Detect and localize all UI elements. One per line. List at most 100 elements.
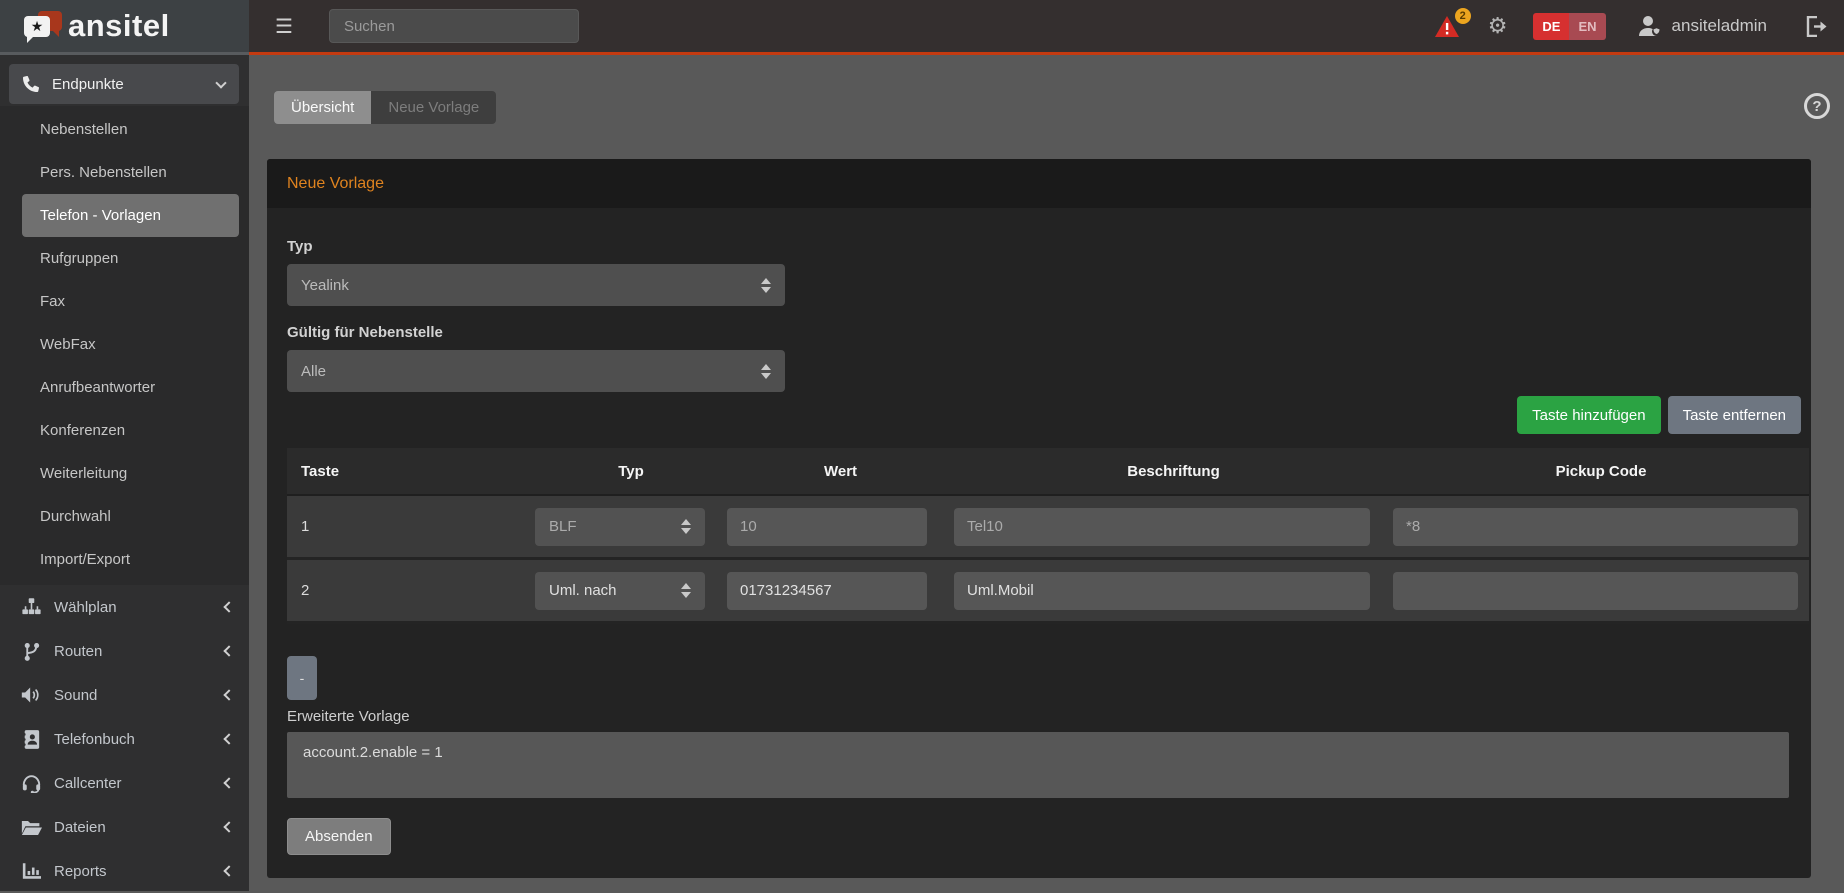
sidebar-item-callcenter[interactable]: Callcenter	[0, 761, 249, 805]
tab-neue-vorlage[interactable]: Neue Vorlage	[371, 91, 496, 124]
sidebar-item-routen[interactable]: Routen	[0, 629, 249, 673]
logout-icon	[1805, 16, 1828, 37]
col-header-pickup: Pickup Code	[1393, 463, 1809, 480]
address-book-icon	[20, 730, 42, 749]
search-input[interactable]	[329, 9, 579, 43]
gueltig-select[interactable]: Alle	[287, 350, 785, 392]
key2-wert-input[interactable]	[727, 572, 927, 610]
sidebar-item-durchwahl[interactable]: Durchwahl	[0, 495, 249, 538]
sidebar-item-telefonbuch[interactable]: Telefonbuch	[0, 717, 249, 761]
help-icon[interactable]: ?	[1804, 93, 1830, 119]
gueltig-label: Gültig für Nebenstelle	[287, 324, 443, 341]
advanced-template-textarea[interactable]: account.2.enable = 1	[287, 732, 1789, 798]
sidebar-item-waehlplan[interactable]: Wählplan	[0, 585, 249, 629]
alerts-button[interactable]: 2	[1434, 15, 1460, 38]
username: ansiteladmin	[1672, 16, 1767, 36]
chevron-left-icon	[223, 601, 234, 612]
sidebar-item-label: Dateien	[54, 819, 106, 836]
key2-typ-select[interactable]: Uml. nach	[535, 572, 705, 610]
sidebar-item-endpunkte[interactable]: Endpunkte	[9, 64, 239, 104]
sidebar-item-label: Wählplan	[54, 599, 117, 616]
add-key-button[interactable]: Taste hinzufügen	[1517, 396, 1660, 434]
key2-typ-value: Uml. nach	[549, 582, 617, 599]
select-arrows-icon	[681, 583, 691, 598]
sidebar-item-label: Reports	[54, 863, 107, 880]
typ-select[interactable]: Yealink	[287, 264, 785, 306]
panel-body: Typ Yealink Gültig für Nebenstelle Alle …	[267, 208, 1811, 878]
submit-button[interactable]: Absenden	[287, 818, 391, 855]
sidebar-item-webfax[interactable]: WebFax	[0, 323, 249, 366]
speech-bubble-star-icon: ★	[24, 16, 50, 37]
chevron-left-icon	[223, 733, 234, 744]
table-header-row: Taste Typ Wert Beschriftung Pickup Code	[287, 448, 1809, 496]
logo[interactable]: ★ ansitel	[0, 0, 249, 55]
folder-open-icon	[20, 819, 42, 836]
remove-key-button[interactable]: Taste entfernen	[1668, 396, 1801, 434]
hamburger-menu-icon[interactable]: ☰	[275, 14, 293, 39]
key-buttons: Taste hinzufügen Taste entfernen	[1517, 396, 1801, 434]
endpunkte-submenu: Nebenstellen Pers. Nebenstellen Telefon …	[0, 106, 249, 585]
sidebar-item-weiterleitung[interactable]: Weiterleitung	[0, 452, 249, 495]
sidebar-item-label: Callcenter	[54, 775, 122, 792]
lang-de-button[interactable]: DE	[1533, 13, 1569, 40]
sidebar-item-import-export[interactable]: Import/Export	[0, 538, 249, 581]
sidebar-item-fax[interactable]: Fax	[0, 280, 249, 323]
key2-beschriftung-input[interactable]	[954, 572, 1370, 610]
tab-bar: Übersicht Neue Vorlage	[274, 91, 496, 124]
key-number: 2	[287, 582, 535, 599]
language-switcher: DE EN	[1533, 13, 1605, 40]
sidebar-item-pers-nebenstellen[interactable]: Pers. Nebenstellen	[0, 151, 249, 194]
sidebar-item-label: Telefonbuch	[54, 731, 135, 748]
col-header-wert: Wert	[727, 463, 954, 480]
select-arrows-icon	[681, 519, 691, 534]
chevron-left-icon	[223, 645, 234, 656]
key1-typ-value: BLF	[549, 518, 577, 535]
select-arrows-icon	[761, 364, 771, 379]
key2-pickup-input[interactable]	[1393, 572, 1798, 610]
user-menu[interactable]: ansiteladmin	[1638, 15, 1767, 37]
main-content: Übersicht Neue Vorlage ? Neue Vorlage Ty…	[249, 55, 1844, 891]
sidebar-item-anrufbeantworter[interactable]: Anrufbeantworter	[0, 366, 249, 409]
sidebar-item-telefon-vorlagen[interactable]: Telefon - Vorlagen	[22, 194, 239, 237]
alerts-badge: 2	[1455, 8, 1471, 24]
speaker-icon	[20, 686, 42, 704]
bar-chart-icon	[20, 862, 42, 880]
sidebar-item-dateien[interactable]: Dateien	[0, 805, 249, 849]
keys-table: Taste Typ Wert Beschriftung Pickup Code …	[287, 448, 1809, 624]
gueltig-select-value: Alle	[301, 363, 326, 380]
logout-button[interactable]	[1805, 16, 1828, 37]
key1-beschriftung-input[interactable]	[954, 508, 1370, 546]
sidebar-item-konferenzen[interactable]: Konferenzen	[0, 409, 249, 452]
sidebar: Endpunkte Nebenstellen Pers. Nebenstelle…	[0, 55, 249, 891]
sidebar-item-label: Sound	[54, 687, 97, 704]
sidebar-item-sound[interactable]: Sound	[0, 673, 249, 717]
col-header-typ: Typ	[535, 463, 727, 480]
chevron-left-icon	[223, 689, 234, 700]
phone-icon	[23, 76, 39, 92]
chevron-left-icon	[223, 865, 234, 876]
headset-icon	[20, 774, 42, 793]
key1-wert-input[interactable]	[727, 508, 927, 546]
panel-title: Neue Vorlage	[287, 175, 384, 193]
key1-typ-select[interactable]: BLF	[535, 508, 705, 546]
ansitel-logo-icon: ★	[22, 8, 66, 44]
key1-pickup-input[interactable]	[1393, 508, 1798, 546]
col-header-taste: Taste	[287, 463, 535, 480]
sidebar-item-rufgruppen[interactable]: Rufgruppen	[0, 237, 249, 280]
panel-header: Neue Vorlage	[267, 159, 1811, 208]
chevron-left-icon	[223, 777, 234, 788]
sidebar-item-label: Routen	[54, 643, 102, 660]
typ-select-value: Yealink	[301, 277, 349, 294]
typ-label: Typ	[287, 238, 313, 255]
gear-icon[interactable]: ⚙	[1488, 15, 1508, 37]
chevron-left-icon	[223, 821, 234, 832]
sidebar-item-nebenstellen[interactable]: Nebenstellen	[0, 108, 249, 151]
select-arrows-icon	[761, 278, 771, 293]
sitemap-icon	[20, 598, 42, 616]
lang-en-button[interactable]: EN	[1569, 13, 1605, 40]
topbar: ★ ansitel ☰ 2 ⚙ DE EN	[0, 0, 1844, 55]
chevron-down-icon	[215, 77, 226, 88]
collapse-minus-button[interactable]: -	[287, 656, 317, 700]
tab-uebersicht[interactable]: Übersicht	[274, 91, 371, 124]
sidebar-item-reports[interactable]: Reports	[0, 849, 249, 893]
